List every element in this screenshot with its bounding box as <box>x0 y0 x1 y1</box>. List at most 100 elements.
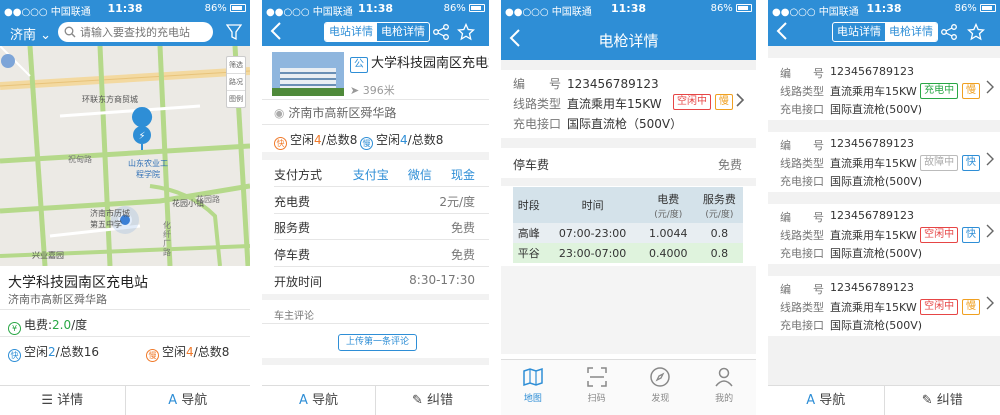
back-button[interactable] <box>270 21 290 43</box>
navigate-button[interactable]: A 导航 <box>768 386 884 415</box>
map-label: 花园路 <box>196 195 220 204</box>
city-selector[interactable]: 济南 ⌄ <box>10 24 51 43</box>
status-badge: 空闲中 <box>673 94 711 110</box>
gun-id-value: 123456789123 <box>830 137 914 150</box>
tab-gun-detail[interactable]: 电枪详情 <box>885 23 937 41</box>
search-input[interactable] <box>58 22 213 42</box>
line-type-label: 线路类型 <box>780 301 824 314</box>
gun-id-value: 123456789123 <box>830 209 914 222</box>
charge-fee-label: 充电费 <box>274 195 311 209</box>
gun-card[interactable]: 编 号 123456789123 线路类型 直流乘用车15KW 充电接口 国际直流枪(… <box>768 60 1000 118</box>
port-label: 充电接口 <box>513 117 562 131</box>
tab-mine[interactable]: 我的 <box>692 360 756 415</box>
table-cell: 1.0044 <box>640 223 696 243</box>
speed-badge: 慢 <box>962 299 980 315</box>
station-photo[interactable] <box>272 52 344 96</box>
tab-scan-label: 扫码 <box>587 394 606 404</box>
section-gap <box>501 60 756 70</box>
filter-icon[interactable] <box>226 23 242 41</box>
line-type-value: 直流乘用车15KW <box>567 97 662 111</box>
share-icon[interactable] <box>432 23 450 41</box>
map-view[interactable]: ⚡ 环联东方商贸城 山东农业工程学院 花园小镇 济南市历城第五中学 兴业嘉园 化… <box>0 46 250 266</box>
fast-charger-count: 快空闲4/总数8 <box>274 131 357 150</box>
tab-scan[interactable]: 扫码 <box>565 360 629 415</box>
location-arrow-icon: ➤ <box>350 84 360 97</box>
star-icon[interactable] <box>457 23 475 41</box>
back-button[interactable] <box>776 21 796 43</box>
gun-id-label: 编 号 <box>780 139 824 152</box>
map-tool-legend[interactable]: 图例 <box>227 91 245 107</box>
correction-button[interactable]: ✎ 纠错 <box>375 386 489 415</box>
chevron-right-icon <box>986 296 994 310</box>
detail-button[interactable]: ☰ 详情 <box>0 386 125 415</box>
fast-total: /总数16 <box>55 345 99 359</box>
fast-total: /总数8 <box>321 133 358 147</box>
gun-card[interactable]: 编 号 123456789123 线路类型 直流乘用车15KW 充电接口 国际直流枪(… <box>768 132 1000 190</box>
slow-charger-count: 慢空闲4/总数8 <box>146 343 229 362</box>
tab-station-detail[interactable]: 电站详情 <box>325 23 377 41</box>
gun-card[interactable]: 编 号 123456789123 线路类型 直流乘用车15KW 充电接口 国际直流枪(… <box>768 276 1000 334</box>
map-tool-traffic[interactable]: 路况 <box>227 74 245 91</box>
correction-icon: ✎ <box>921 393 933 408</box>
reviews-label: 车主评论 <box>274 311 314 322</box>
empty-area <box>501 266 756 354</box>
table-cell: 07:00-23:00 <box>544 223 641 243</box>
navigate-button[interactable]: A 导航 <box>124 386 251 415</box>
tab-gun-detail[interactable]: 电枪详情 <box>377 23 429 41</box>
slow-label: 空闲 <box>162 345 187 359</box>
line-type-label: 线路类型 <box>780 157 824 170</box>
navigate-label: 导航 <box>819 393 846 408</box>
table-cell: 23:00-07:00 <box>544 243 641 263</box>
line-type-label: 线路类型 <box>513 97 562 111</box>
fast-label: 空闲 <box>290 133 315 147</box>
page-title: 电枪详情 <box>598 32 659 50</box>
station-photo-image <box>272 52 344 96</box>
star-icon[interactable] <box>967 23 985 41</box>
gun-tags: 空闲中 快 <box>920 226 980 243</box>
slow-icon: 慢 <box>146 349 159 362</box>
fast-icon: 快 <box>274 137 287 150</box>
status-badge: 充电中 <box>920 83 959 99</box>
station-name[interactable]: 大学科技园南区充电站 <box>8 272 148 292</box>
tab-discover[interactable]: 发现 <box>629 360 693 415</box>
divider <box>274 266 489 267</box>
tab-station-detail[interactable]: 电站详情 <box>833 23 885 41</box>
battery-status: 86% <box>711 3 752 14</box>
line-type-row: 线路类型 直流乘用车15KW <box>513 95 662 112</box>
line-type-label: 线路类型 <box>780 229 824 242</box>
fast-free: 4 <box>314 133 322 147</box>
gun-card[interactable]: 编 号 123456789123 线路类型 直流乘用车15KW 充电接口 国际直流枪(… <box>768 204 1000 262</box>
chevron-right-icon <box>986 224 994 238</box>
chevron-right-icon[interactable] <box>735 92 745 108</box>
address-row[interactable]: ◉ 济南市高新区舜华路 <box>274 104 396 121</box>
status-badge: 空闲中 <box>920 227 959 243</box>
slow-total: /总数8 <box>407 133 444 147</box>
port-label: 充电接口 <box>780 175 824 188</box>
divider <box>274 186 489 187</box>
correction-label: 纠错 <box>936 393 963 408</box>
first-review-button[interactable]: 上传第一条评论 <box>338 334 418 351</box>
speed-badge: 快 <box>962 227 980 243</box>
battery-icon <box>469 4 485 12</box>
payment-wechat: 微信 <box>407 168 432 182</box>
map-tool-filter[interactable]: 筛选 <box>227 57 245 74</box>
price-row: ¥ 电费:2.0/度 <box>8 316 87 335</box>
bottom-actions: ☰ 详情 A 导航 <box>0 385 250 415</box>
tab-map[interactable]: 地图 <box>501 360 565 415</box>
map-label: 山东农业工程学院 <box>128 159 168 179</box>
gun-id-label: 编 号 <box>780 283 824 296</box>
gun-detail-screen: ●●○○○ 中国联通 11:38 86% 电枪详情 编 号 12345678912… <box>501 0 756 415</box>
correction-button[interactable]: ✎ 纠错 <box>883 386 1000 415</box>
section-gap <box>768 192 1000 204</box>
gun-tags: 充电中 慢 <box>920 82 980 99</box>
station-address: 济南市高新区舜华路 <box>8 293 107 306</box>
fast-label: 空闲 <box>24 345 49 359</box>
search-icon <box>64 26 76 38</box>
correction-icon: ✎ <box>411 393 423 408</box>
battery-icon <box>736 4 752 12</box>
navigate-button[interactable]: A 导航 <box>262 386 375 415</box>
share-icon[interactable] <box>940 23 958 41</box>
parking-fee-value: 免费 <box>450 248 475 262</box>
line-type-label: 线路类型 <box>780 85 824 98</box>
station-name-row: 公大学科技园南区充电站 <box>350 52 489 73</box>
